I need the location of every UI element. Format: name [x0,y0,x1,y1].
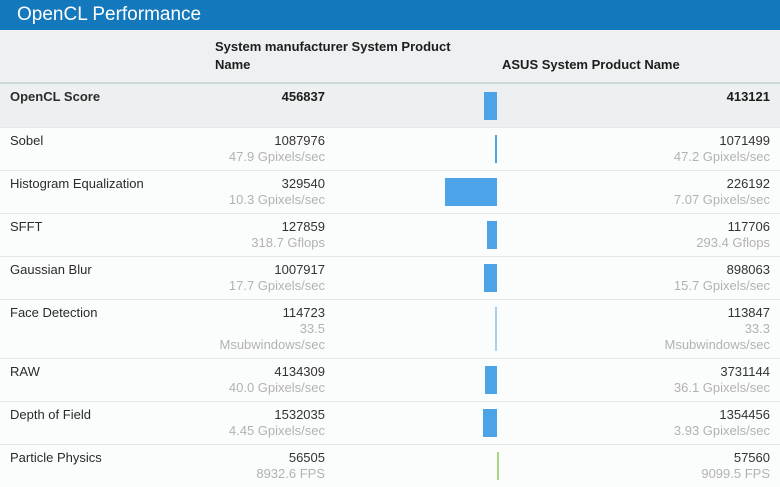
page-title: OpenCL Performance [0,0,780,30]
row-label: Gaussian Blur [10,262,200,294]
right-result-cell: 107149947.2 Gpixels/sec [640,133,770,165]
comparison-bar [485,366,497,394]
comparison-bar [487,221,497,249]
left-result-cell: 127859318.7 Gflops [200,219,325,251]
benchmark-row: Face Detection11472333.5 Msubwindows/sec… [0,299,780,358]
left-score: 1007917 [200,262,325,278]
right-rate: 3.93 Gpixels/sec [640,423,770,439]
left-result-cell: 32954010.3 Gpixels/sec [200,176,325,208]
left-score: 1532035 [200,407,325,423]
left-score: 456837 [200,89,325,105]
benchmark-table: OpenCL Score456837 413121 Sobel108797647.9… [0,84,780,487]
right-rate: 9099.5 FPS [640,466,770,482]
right-rate: 7.07 Gpixels/sec [640,192,770,208]
right-score: 113847 [640,305,770,321]
left-rate: 318.7 Gflops [200,235,325,251]
right-rate: 33.3 Msubwindows/sec [640,321,770,353]
right-result-cell: 373114436.1 Gpixels/sec [640,364,770,396]
row-label: Histogram Equalization [10,176,200,208]
left-rate: 10.3 Gpixels/sec [200,192,325,208]
left-result-cell: 15320354.45 Gpixels/sec [200,407,325,439]
row-label: Particle Physics [10,450,200,482]
left-score: 127859 [200,219,325,235]
right-result-cell: 89806315.7 Gpixels/sec [640,262,770,294]
left-score: 114723 [200,305,325,321]
benchmark-row: Depth of Field15320354.45 Gpixels/sec 135… [0,401,780,444]
left-rate: 40.0 Gpixels/sec [200,380,325,396]
left-score: 4134309 [200,364,325,380]
left-rate: 47.9 Gpixels/sec [200,149,325,165]
left-score: 56505 [200,450,325,466]
right-score: 3731144 [640,364,770,380]
right-result-cell: 13544563.93 Gpixels/sec [640,407,770,439]
left-rate: 8932.6 FPS [200,466,325,482]
left-result-cell: 456837 [200,89,325,122]
right-score: 413121 [640,89,770,105]
benchmark-row: Gaussian Blur100791717.7 Gpixels/sec 8980… [0,256,780,299]
right-result-cell: 11384733.3 Msubwindows/sec [640,305,770,353]
left-score: 1087976 [200,133,325,149]
left-rate: 4.45 Gpixels/sec [200,423,325,439]
right-rate: 293.4 Gflops [640,235,770,251]
comparison-bar [483,409,497,437]
comparison-bar [484,264,497,292]
row-label: Depth of Field [10,407,200,439]
right-score: 226192 [640,176,770,192]
left-result-cell: 100791717.7 Gpixels/sec [200,262,325,294]
row-label: OpenCL Score [10,89,200,122]
left-result-cell: 413430940.0 Gpixels/sec [200,364,325,396]
row-label: SFFT [10,219,200,251]
column-header-right: ASUS System Product Name [502,56,680,74]
right-score: 57560 [640,450,770,466]
left-result-cell: 565058932.6 FPS [200,450,325,482]
benchmark-row: Histogram Equalization32954010.3 Gpixels… [0,170,780,213]
benchmark-row: Sobel108797647.9 Gpixels/sec 107149947.2 … [0,127,780,170]
left-result-cell: 11472333.5 Msubwindows/sec [200,305,325,353]
column-headers: System manufacturer System Product Name … [0,30,780,84]
right-rate: 36.1 Gpixels/sec [640,380,770,396]
right-result-cell: 413121 [640,89,770,122]
comparison-bar [497,452,499,480]
right-score: 1354456 [640,407,770,423]
benchmark-comparison-page: OpenCL Performance System manufacturer S… [0,0,780,487]
column-header-left: System manufacturer System Product Name [215,38,460,74]
right-rate: 47.2 Gpixels/sec [640,149,770,165]
benchmark-row: OpenCL Score456837 413121 [0,84,780,127]
left-result-cell: 108797647.9 Gpixels/sec [200,133,325,165]
right-score: 898063 [640,262,770,278]
left-rate: 17.7 Gpixels/sec [200,278,325,294]
right-result-cell: 2261927.07 Gpixels/sec [640,176,770,208]
right-score: 117706 [640,219,770,235]
row-label: Face Detection [10,305,200,353]
comparison-bar [445,178,497,206]
right-rate: 15.7 Gpixels/sec [640,278,770,294]
comparison-bar [495,135,497,163]
row-label: RAW [10,364,200,396]
row-label: Sobel [10,133,200,165]
right-score: 1071499 [640,133,770,149]
right-result-cell: 575609099.5 FPS [640,450,770,482]
benchmark-row: SFFT127859318.7 Gflops 117706293.4 Gflops [0,213,780,256]
comparison-bar [495,307,497,351]
benchmark-row: RAW413430940.0 Gpixels/sec 373114436.1 Gp… [0,358,780,401]
comparison-bar [484,92,497,120]
left-rate: 33.5 Msubwindows/sec [200,321,325,353]
benchmark-row: Particle Physics565058932.6 FPS 575609099… [0,444,780,487]
right-result-cell: 117706293.4 Gflops [640,219,770,251]
left-score: 329540 [200,176,325,192]
